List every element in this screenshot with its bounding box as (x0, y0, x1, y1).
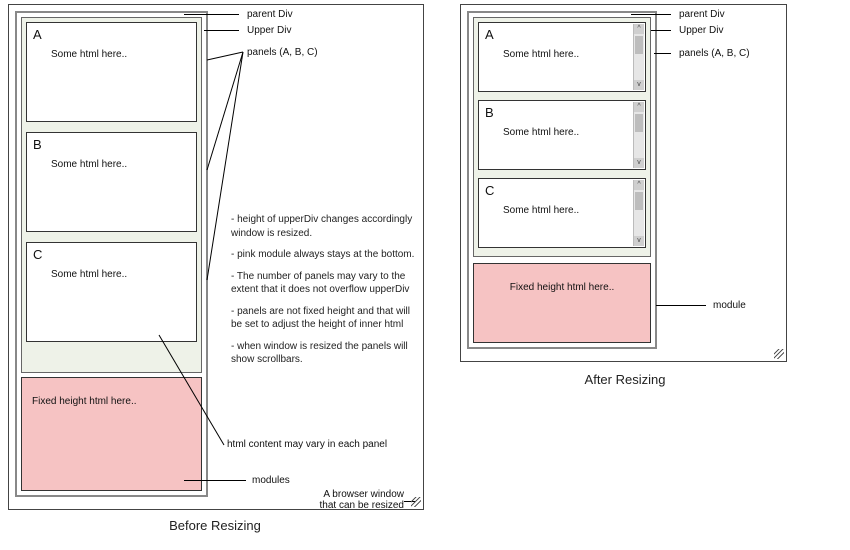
module-text: Fixed height html here.. (32, 396, 137, 407)
module-text: Fixed height html here.. (510, 282, 615, 293)
scroll-up-icon[interactable]: ^ (634, 180, 644, 190)
scrollbar[interactable]: ^ v (633, 24, 644, 90)
scroll-thumb[interactable] (635, 192, 643, 210)
browser-window-before: A Some html here.. B Some html here.. C … (8, 4, 424, 510)
panel-b-before: B Some html here.. (26, 132, 197, 232)
module-after: Fixed height html here.. (473, 263, 651, 343)
notes-block: - height of upperDiv changes accordingly… (231, 213, 416, 375)
panel-tag: C (485, 183, 494, 198)
panel-tag: C (33, 247, 42, 262)
caption-before: Before Resizing (115, 518, 315, 533)
scroll-up-icon[interactable]: ^ (634, 24, 644, 34)
note-line: - height of upperDiv changes accordingly… (231, 213, 416, 240)
panel-c-after: C Some html here.. ^ v (478, 178, 646, 248)
scrollbar[interactable]: ^ v (633, 102, 644, 168)
scroll-up-icon[interactable]: ^ (634, 102, 644, 112)
scroll-down-icon[interactable]: v (634, 236, 644, 246)
panel-tag: A (485, 27, 494, 42)
leader-line (204, 30, 239, 31)
label-upper-div: Upper Div (247, 25, 291, 36)
label-html-vary: html content may vary in each panel (227, 439, 387, 450)
leader-line (184, 480, 246, 481)
leader-line (631, 14, 671, 15)
note-line: - The number of panels may vary to the e… (231, 270, 416, 297)
panel-a-before: A Some html here.. (26, 22, 197, 122)
panel-body: Some html here.. (503, 127, 579, 138)
scroll-down-icon[interactable]: v (634, 80, 644, 90)
leader-line (654, 53, 671, 54)
panel-body: Some html here.. (51, 159, 127, 170)
scrollbar[interactable]: ^ v (633, 180, 644, 246)
label-panels: panels (A, B, C) (247, 47, 318, 58)
panel-body: Some html here.. (51, 269, 127, 280)
scroll-thumb[interactable] (635, 114, 643, 132)
label-modules: modules (252, 475, 290, 486)
leader-line (656, 305, 706, 306)
panel-tag: B (33, 137, 42, 152)
parent-div-after: A Some html here.. ^ v B Some html here.… (467, 11, 657, 349)
panel-tag: B (485, 105, 494, 120)
scroll-down-icon[interactable]: v (634, 158, 644, 168)
caption-after: After Resizing (525, 372, 725, 387)
upper-div-after: A Some html here.. ^ v B Some html here.… (473, 17, 651, 257)
label-parent-div: parent Div (679, 9, 725, 20)
note-line: - panels are not fixed height and that w… (231, 305, 416, 332)
label-parent-div: parent Div (247, 9, 293, 20)
label-resize-window: A browser window that can be resized (309, 489, 404, 511)
panel-body: Some html here.. (503, 205, 579, 216)
panel-tag: A (33, 27, 42, 42)
leader-line (404, 501, 416, 502)
module-before: Fixed height html here.. (21, 377, 202, 491)
scroll-thumb[interactable] (635, 36, 643, 54)
browser-window-after: A Some html here.. ^ v B Some html here.… (460, 4, 787, 362)
leader-line (651, 30, 671, 31)
note-line: - pink module always stays at the bottom… (231, 248, 416, 262)
upper-div-before: A Some html here.. B Some html here.. C … (21, 17, 202, 373)
leader-line (184, 14, 239, 15)
panel-body: Some html here.. (51, 49, 127, 60)
label-upper-div: Upper Div (679, 25, 723, 36)
parent-div-before: A Some html here.. B Some html here.. C … (15, 11, 208, 497)
label-panels: panels (A, B, C) (679, 48, 750, 59)
panel-c-before: C Some html here.. (26, 242, 197, 342)
note-line: - when window is resized the panels will… (231, 340, 416, 367)
panel-b-after: B Some html here.. ^ v (478, 100, 646, 170)
panel-a-after: A Some html here.. ^ v (478, 22, 646, 92)
label-module: module (713, 300, 746, 311)
panel-body: Some html here.. (503, 49, 579, 60)
